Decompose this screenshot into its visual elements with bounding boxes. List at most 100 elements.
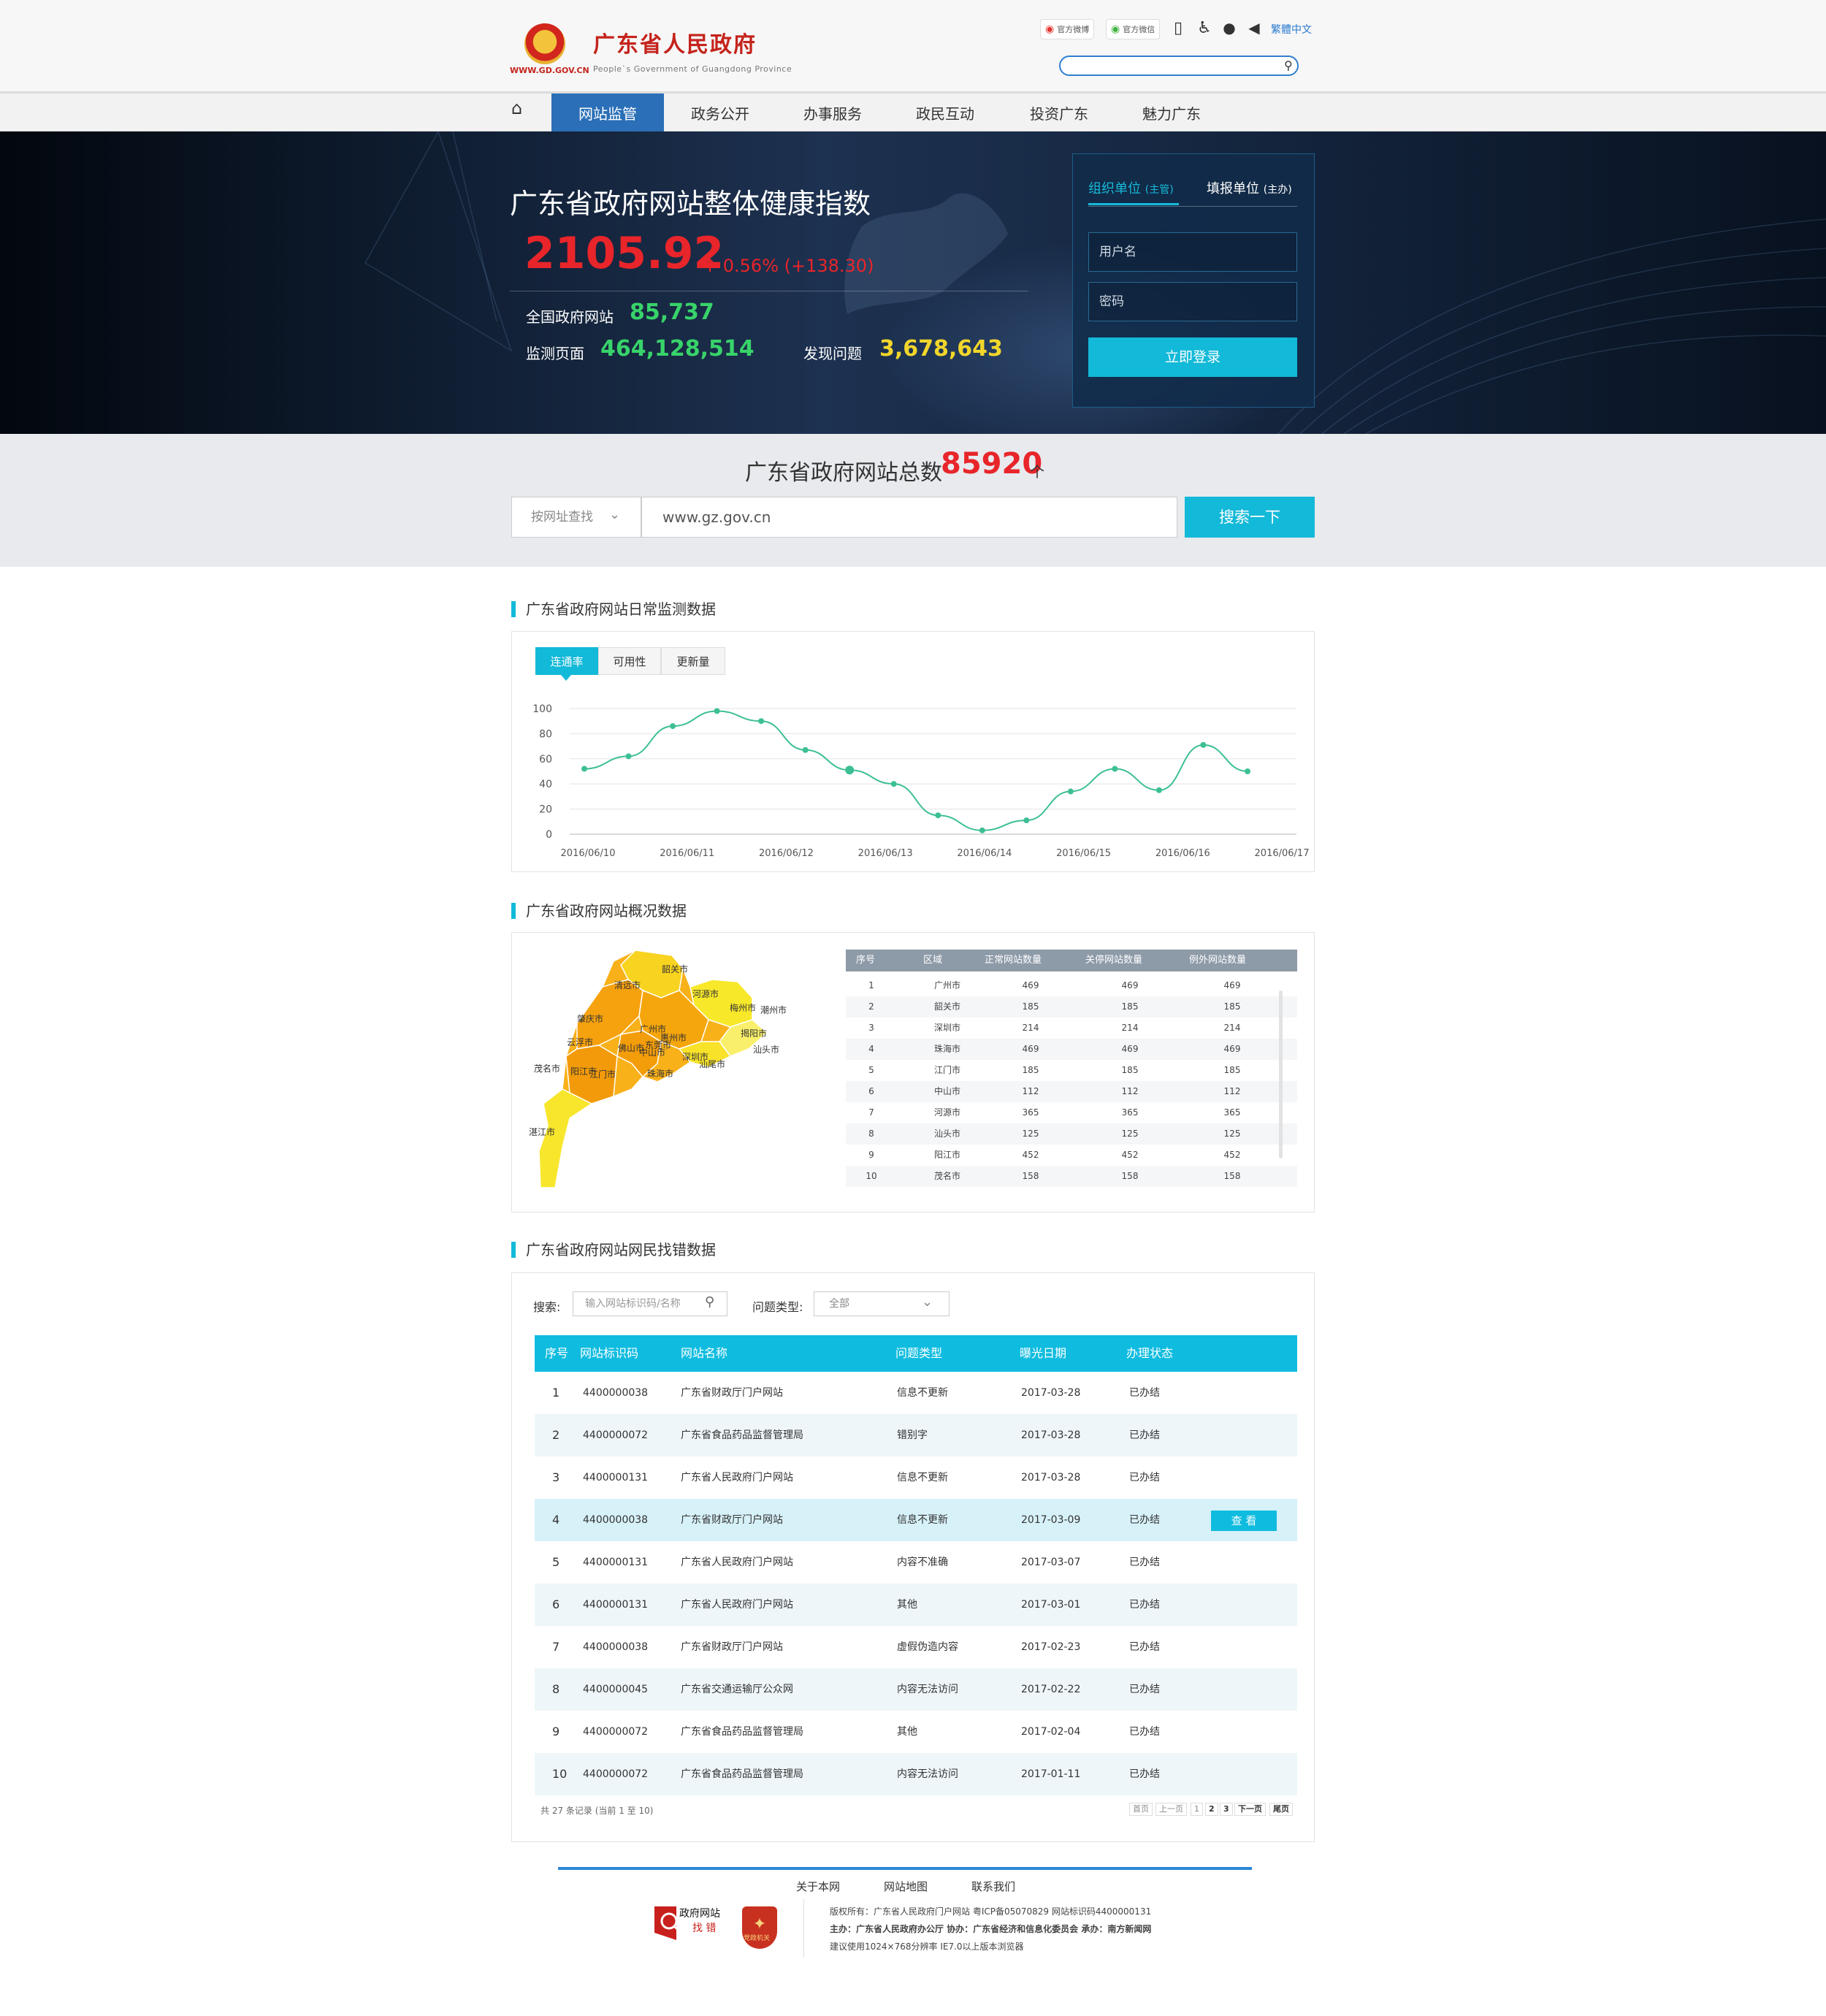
nav-item-government-affairs[interactable]: 政务公开 [664,93,776,131]
map-city-label[interactable]: 珠海市 [628,1067,692,1080]
microphone-icon[interactable]: ● [1220,19,1239,37]
overview-table-row[interactable]: 8 汕头市 125 125 125 [846,1123,1297,1145]
table-row[interactable]: 7 4400000038 广东省财政厅门户网站 虚假伪造内容 2017-02-23 已办结 [535,1626,1297,1668]
nav-item-interaction[interactable]: 政民互动 [889,93,1001,131]
tab-update-volume[interactable]: 更新量 [661,647,725,675]
page-2[interactable]: 2 [1205,1803,1218,1816]
footer-link-sitemap[interactable]: 网站地图 [884,1879,928,1894]
bug-cell: 4400000131 [583,1599,649,1611]
overview-table-row[interactable]: 7 河源市 365 365 365 [846,1102,1297,1123]
map-city-label[interactable]: 潮州市 [741,1004,806,1016]
login-button[interactable]: 立即登录 [1088,337,1297,377]
site-url-input[interactable]: www.gz.gov.cn [641,497,1177,538]
chart-point[interactable] [1023,817,1030,824]
table-row[interactable]: 2 4400000072 广东省食品药品监督管理局 错别字 2017-03-28 已办结 [535,1414,1297,1456]
nav-item-services[interactable]: 办事服务 [776,93,889,131]
traditional-chinese-link[interactable]: 繁體中文 [1271,22,1312,37]
search-icon[interactable]: ⚲ [705,1294,714,1310]
table-row[interactable]: 8 4400000045 广东省交通运输厅公众网 内容无法访问 2017-02-22 已办… [535,1668,1297,1711]
site-search-button[interactable]: 搜索一下 [1185,497,1315,538]
footer-link-about[interactable]: 关于本网 [796,1879,840,1894]
search-type-select[interactable]: 按网址查找 [511,497,641,538]
bug-cell: 2017-03-09 [1021,1514,1081,1526]
map-city-label[interactable]: 河源市 [673,988,738,1000]
overview-table-row[interactable]: 6 中山市 112 112 112 [846,1081,1297,1102]
map-city-label[interactable]: 阳江市 [551,1065,616,1077]
overview-table-row[interactable]: 2 韶关市 185 185 185 [846,996,1297,1017]
table-row[interactable]: 9 4400000072 广东省食品药品监督管理局 其他 2017-02-04 已办结 [535,1711,1297,1753]
view-button[interactable]: 查 看 [1211,1511,1277,1531]
chart-point[interactable] [758,718,765,725]
chart-point[interactable] [1200,741,1207,748]
page-prev[interactable]: 上一页 [1155,1803,1187,1816]
page-1[interactable]: 1 [1191,1803,1203,1816]
chart-point[interactable] [714,708,720,714]
table-row[interactable]: 10 4400000072 广东省食品药品监督管理局 内容无法访问 2017-01-11… [535,1753,1297,1795]
table-row[interactable]: 3 4400000131 广东省人民政府门户网站 信息不更新 2017-03-28 已办结 [535,1456,1297,1499]
nav-item-site-supervision[interactable]: 网站监管 [551,93,664,131]
username-field[interactable]: 用户名 [1088,232,1297,272]
map-city-label[interactable]: 清远市 [595,979,660,991]
overview-table-row[interactable]: 3 深圳市 214 214 214 [846,1017,1297,1039]
speaker-icon[interactable]: ◀ [1245,19,1264,37]
page-3[interactable]: 3 [1220,1803,1233,1816]
tab-organizer[interactable]: 组织单位 (主管) [1088,178,1174,197]
overview-table-scrollbar[interactable] [1279,990,1283,1158]
weibo-button[interactable]: ◉ 官方微博 [1040,19,1095,39]
nav-item-charm[interactable]: 魅力广东 [1115,93,1228,131]
password-field[interactable]: 密码 [1088,282,1297,321]
chart-x-tick: 2016/06/12 [759,848,814,859]
tab-reporter[interactable]: 填报单位 (主办) [1207,178,1292,197]
table-row[interactable]: 1 4400000038 广东省财政厅门户网站 信息不更新 2017-03-28 已办结 [535,1372,1297,1414]
bug-cell: 4400000038 [583,1514,649,1526]
footer-link-contact[interactable]: 联系我们 [971,1879,1015,1894]
overview-table-row[interactable]: 4 珠海市 469 469 469 [846,1039,1297,1060]
site-header [0,0,1826,93]
tab-availability[interactable]: 可用性 [598,647,661,675]
page-next[interactable]: 下一页 [1234,1803,1266,1816]
map-city-label[interactable]: 韶关市 [643,963,707,975]
map-city-label[interactable]: 汕头市 [734,1043,798,1055]
map-city-label[interactable]: 揭阳市 [722,1027,786,1039]
wechat-button[interactable]: ◉ 官方微信 [1106,19,1161,39]
site-title[interactable]: 广东省人民政府 [593,26,757,58]
accessibility-icon[interactable]: ♿ [1195,19,1214,37]
chart-point[interactable] [935,812,941,819]
bug-cell: 内容无法访问 [897,1768,958,1780]
overview-table-row[interactable]: 5 江门市 185 185 185 [846,1060,1297,1081]
page-last[interactable]: 尾页 [1269,1803,1293,1816]
map-city-label[interactable]: 湛江市 [510,1126,574,1138]
chart-point[interactable] [1155,787,1162,793]
chart-point[interactable] [1067,788,1074,795]
party-gov-icon[interactable]: ✦ [742,1906,777,1949]
home-icon[interactable]: ⌂ [511,98,522,118]
overview-table-row[interactable]: 9 阳江市 452 452 452 [846,1145,1297,1166]
chevron-down-icon[interactable]: ⌄ [609,507,620,522]
map-city-label[interactable]: 肇庆市 [558,1012,622,1025]
table-row[interactable]: 6 4400000131 广东省人民政府门户网站 其他 2017-03-01 已办结 [535,1584,1297,1626]
tab-connectivity[interactable]: 连通率 [535,647,598,675]
chart-series-line [584,710,1248,831]
table-row[interactable]: 4 4400000038 广东省财政厅门户网站 信息不更新 2017-03-09 已办结 [535,1499,1297,1541]
table-row[interactable]: 5 4400000131 广东省人民政府门户网站 内容不准确 2017-03-07 已办结 [535,1541,1297,1584]
mobile-icon[interactable]: ▯ [1169,19,1188,37]
overview-table-row[interactable]: 10 茂名市 158 158 158 [846,1166,1297,1187]
active-tab-caret [561,675,571,681]
nav-item-invest[interactable]: 投资广东 [1003,93,1115,131]
chart-point[interactable] [802,747,809,753]
chart-point[interactable] [1245,768,1250,774]
top-search-input[interactable] [1059,56,1299,76]
overview-cell: 5 [868,1065,874,1075]
chart-point[interactable] [979,827,985,833]
chevron-down-icon[interactable]: ⌄ [922,1294,933,1310]
chart-point[interactable] [670,723,676,730]
chart-point[interactable] [890,781,897,787]
search-icon[interactable]: ⚲ [1284,58,1293,72]
overview-table-row[interactable]: 1 广州市 469 469 469 [846,975,1297,996]
chart-point[interactable] [581,765,587,772]
chart-point[interactable] [625,753,632,760]
chart-point[interactable] [845,765,855,775]
page-first[interactable]: 首页 [1129,1803,1153,1816]
chart-point[interactable] [1112,765,1118,772]
map-city-label[interactable]: 深圳市 [663,1050,727,1063]
